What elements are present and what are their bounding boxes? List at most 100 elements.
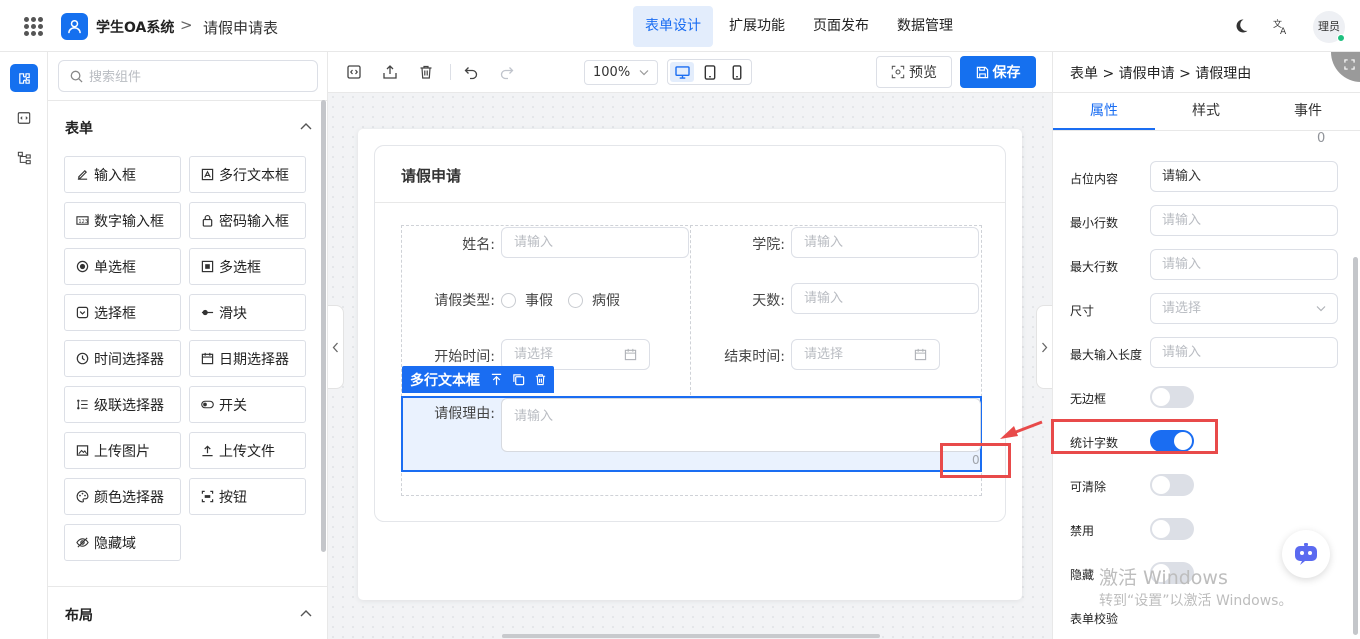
crumb-reason-field: 请假理由 [1195, 66, 1252, 82]
rail-components-button[interactable] [10, 64, 38, 92]
no-border-toggle[interactable] [1150, 386, 1194, 408]
end-date-placeholder: 请选择 [804, 347, 844, 362]
component-cascader[interactable]: 级联选择器 [64, 386, 181, 423]
device-tablet-button[interactable] [698, 62, 722, 82]
disabled-toggle[interactable] [1150, 518, 1194, 540]
clearable-toggle[interactable] [1150, 474, 1194, 496]
component-label: 多行文本框 [219, 167, 289, 184]
nav-form-design[interactable]: 表单设计 [633, 6, 713, 47]
component-date-picker[interactable]: 日期选择器 [189, 340, 306, 377]
nav-page-publish[interactable]: 页面发布 [801, 6, 881, 47]
copy-icon[interactable] [512, 373, 526, 387]
component-textarea[interactable]: 多行文本框 [189, 156, 306, 193]
form-container[interactable]: 请假申请 姓名: 请输入 学院: 请输入 请假类型: 事假 病假 天数: 请输入… [374, 145, 1006, 522]
chevron-up-icon[interactable] [300, 609, 312, 617]
component-label: 颜色选择器 [94, 489, 164, 506]
size-select[interactable]: 请选择 [1150, 293, 1338, 324]
radio-label: 病假 [592, 293, 620, 309]
college-input[interactable]: 请输入 [791, 227, 979, 258]
component-search[interactable] [58, 60, 318, 92]
component-label: 密码输入框 [219, 213, 289, 230]
component-select[interactable]: 选择框 [64, 294, 181, 331]
crumb-leave-form[interactable]: 请假申请 [1119, 66, 1175, 82]
translate-icon[interactable]: 文A [1272, 17, 1290, 35]
tab-styles[interactable]: 样式 [1155, 92, 1257, 130]
svg-text:123: 123 [78, 219, 88, 225]
trash-icon[interactable] [418, 64, 434, 80]
component-radio[interactable]: 单选框 [64, 248, 181, 285]
upload-icon [201, 444, 214, 457]
component-color-picker[interactable]: 颜色选择器 [64, 478, 181, 515]
save-button[interactable]: 保存 [960, 56, 1036, 88]
apps-grid-icon[interactable] [24, 17, 43, 36]
max-rows-input[interactable]: 请输入 [1150, 249, 1338, 280]
tab-properties[interactable]: 属性 [1053, 92, 1155, 130]
user-avatar[interactable]: 理员 [1313, 11, 1345, 43]
placeholder-input[interactable]: 请输入 [1150, 161, 1338, 192]
leave-type-radio-sick[interactable]: 病假 [568, 290, 620, 310]
component-label: 开关 [219, 397, 247, 414]
app-name[interactable]: 学生OA系统 [96, 17, 174, 37]
collapse-left-panel-tab[interactable] [328, 305, 344, 389]
preview-button[interactable]: 预览 [876, 56, 952, 88]
leave-type-radio-personal[interactable]: 事假 [501, 290, 553, 310]
fullscreen-corner-button[interactable] [1331, 52, 1360, 82]
component-switch[interactable]: 开关 [189, 386, 306, 423]
chevron-up-icon[interactable] [300, 122, 312, 130]
radio-icon [76, 260, 89, 273]
import-icon[interactable] [382, 64, 398, 80]
max-length-input[interactable]: 请输入 [1150, 337, 1338, 368]
avatar-text: 理员 [1318, 20, 1340, 33]
size-placeholder: 请选择 [1162, 301, 1202, 316]
undo-icon[interactable] [463, 64, 479, 80]
nav-extensions[interactable]: 扩展功能 [717, 6, 797, 47]
redo-icon[interactable] [499, 64, 515, 80]
svg-text:A: A [1280, 27, 1287, 35]
days-input[interactable]: 请输入 [791, 283, 979, 314]
search-input[interactable] [89, 67, 309, 87]
component-checkbox[interactable]: 多选框 [189, 248, 306, 285]
tab-events[interactable]: 事件 [1257, 92, 1359, 130]
crumb-form[interactable]: 表单 [1070, 66, 1098, 82]
collapse-right-panel-tab[interactable] [1036, 305, 1052, 389]
component-input[interactable]: 输入框 [64, 156, 181, 193]
canvas-horizontal-scrollbar[interactable] [502, 634, 880, 638]
component-hidden-field[interactable]: 隐藏域 [64, 524, 181, 561]
component-password-input[interactable]: 密码输入框 [189, 202, 306, 239]
chevron-down-icon [639, 70, 649, 76]
ai-assistant-button[interactable] [1282, 530, 1330, 578]
move-up-icon[interactable] [490, 373, 504, 387]
device-mobile-button[interactable] [725, 62, 749, 82]
selected-component-name: 多行文本框 [410, 372, 480, 389]
delete-icon[interactable] [534, 373, 548, 387]
prop-label-max-length: 最大输入长度 [1070, 348, 1143, 362]
zoom-select[interactable]: 100% [584, 60, 658, 85]
reason-textarea[interactable]: 请输入 [501, 398, 981, 452]
search-icon [70, 70, 83, 83]
nav-data-management[interactable]: 数据管理 [885, 6, 965, 47]
component-panel-scrollbar[interactable] [321, 100, 326, 552]
windows-activation-watermark-hint: 转到“设置”以激活 Windows。 [1099, 593, 1293, 609]
min-rows-input[interactable]: 请输入 [1150, 205, 1338, 236]
rail-code-button[interactable] [10, 104, 38, 132]
code-view-icon[interactable] [346, 64, 362, 80]
rail-tree-button[interactable] [10, 144, 38, 172]
component-label: 时间选择器 [94, 351, 164, 368]
field-label-end-time: 结束时间: [724, 349, 785, 365]
prop-label-disabled: 禁用 [1070, 524, 1095, 538]
component-number-input[interactable]: 123 数字输入框 [64, 202, 181, 239]
component-time-picker[interactable]: 时间选择器 [64, 340, 181, 377]
component-label: 输入框 [94, 167, 136, 184]
preview-label: 预览 [909, 65, 937, 81]
component-upload-file[interactable]: 上传文件 [189, 432, 306, 469]
name-input[interactable]: 请输入 [501, 227, 689, 258]
component-button[interactable]: 按钮 [189, 478, 306, 515]
component-upload-image[interactable]: 上传图片 [64, 432, 181, 469]
checkbox-icon [201, 260, 214, 273]
device-desktop-button[interactable] [670, 62, 694, 82]
component-slider[interactable]: 滑块 [189, 294, 306, 331]
end-date-picker[interactable]: 请选择 [791, 339, 940, 370]
property-panel-scrollbar[interactable] [1353, 257, 1358, 635]
app-logo-icon [61, 13, 88, 40]
dark-mode-moon-icon[interactable] [1233, 18, 1249, 34]
